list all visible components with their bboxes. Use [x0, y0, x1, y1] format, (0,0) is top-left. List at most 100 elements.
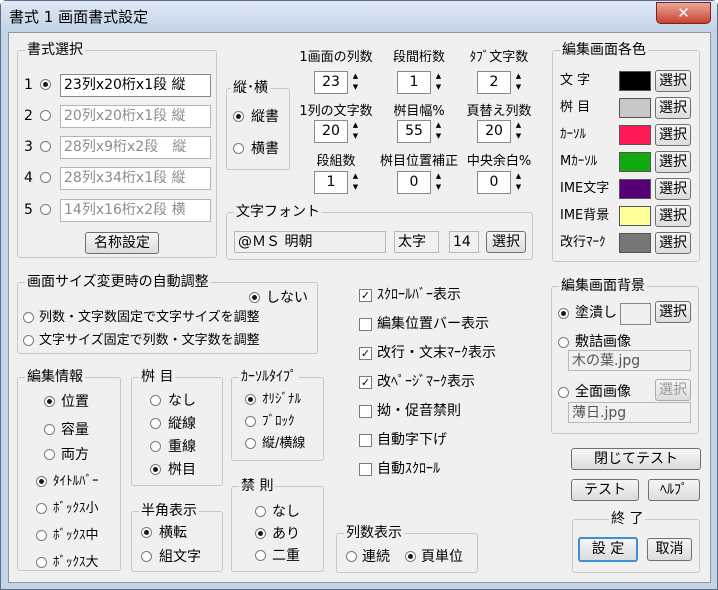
spin-buttons[interactable]: ▲ ▼	[512, 171, 525, 194]
edit_info-radio[interactable]	[44, 449, 55, 460]
toggle-checkbox[interactable]: ✓	[359, 289, 372, 302]
format-field-1[interactable]: 23列x20桁x1段 縦	[60, 74, 211, 97]
spin-down-icon[interactable]: ▼	[349, 82, 362, 93]
spin-up-icon[interactable]: ▲	[432, 120, 445, 131]
toggle-checkbox[interactable]	[359, 434, 372, 447]
spin-buttons[interactable]: ▲ ▼	[512, 71, 525, 94]
spin-buttons[interactable]: ▲ ▼	[432, 120, 445, 143]
spin-buttons[interactable]: ▲ ▼	[349, 120, 362, 143]
edit_info-radio[interactable]	[44, 424, 55, 435]
spin-field-value[interactable]: 1	[314, 171, 348, 194]
color-select-button[interactable]: 選択	[655, 205, 691, 227]
font-select-button[interactable]: 選択	[486, 231, 526, 253]
spin-up-icon[interactable]: ▲	[349, 120, 362, 131]
spin-field-value[interactable]: 55	[397, 120, 431, 143]
toggle-checkbox[interactable]	[359, 405, 372, 418]
spin-up-icon[interactable]: ▲	[512, 71, 525, 82]
bg-fill-swatch[interactable]	[620, 303, 651, 325]
spin-buttons[interactable]: ▲ ▼	[512, 120, 525, 143]
format-radio-4[interactable]	[40, 172, 51, 183]
name-setting-button[interactable]: 名称設定	[85, 232, 159, 254]
bg-fill-select-button[interactable]: 選択	[655, 301, 691, 323]
spin-up-icon[interactable]: ▲	[512, 120, 525, 131]
spin-field-value[interactable]: 0	[397, 171, 431, 194]
cursor_type-radio[interactable]	[245, 394, 256, 405]
spin-up-icon[interactable]: ▲	[432, 171, 445, 182]
spin-down-icon[interactable]: ▼	[512, 182, 525, 193]
kinsoku-radio[interactable]	[255, 550, 266, 561]
masume-radio[interactable]	[150, 441, 161, 452]
format-radio-2[interactable]	[40, 110, 51, 121]
color-select-button[interactable]: 選択	[655, 151, 691, 173]
spin-up-icon[interactable]: ▲	[349, 171, 362, 182]
hankaku-radio[interactable]	[141, 527, 152, 538]
spin-buttons[interactable]: ▲ ▼	[432, 171, 445, 194]
spin-field-value[interactable]: 23	[314, 71, 348, 94]
spin-field-value[interactable]: 20	[314, 120, 348, 143]
cancel-button[interactable]: 取消	[647, 538, 692, 561]
help-button[interactable]: ﾍﾙﾌﾟ	[648, 479, 700, 501]
close-and-test-button[interactable]: 閉じてテスト	[571, 448, 701, 470]
color-select-button[interactable]: 選択	[655, 124, 691, 146]
ok-button[interactable]: 設 定	[578, 537, 638, 562]
box-option-radio[interactable]	[36, 503, 47, 514]
color-select-button[interactable]: 選択	[655, 178, 691, 200]
toggle-checkbox[interactable]	[359, 318, 372, 331]
horizontal-radio[interactable]	[233, 143, 244, 154]
format-field-2[interactable]: 20列x20桁x1段 縦	[60, 105, 211, 128]
spin-down-icon[interactable]: ▼	[432, 82, 445, 93]
box-option-radio[interactable]	[36, 476, 47, 487]
hankaku-radio[interactable]	[141, 551, 152, 562]
toggle-checkbox[interactable]: ✓	[359, 376, 372, 389]
toggle-checkbox[interactable]: ✓	[359, 347, 372, 360]
spin-up-icon[interactable]: ▲	[512, 171, 525, 182]
spin-down-icon[interactable]: ▼	[432, 182, 445, 193]
spin-field-value[interactable]: 2	[477, 71, 511, 94]
masume-radio[interactable]	[150, 418, 161, 429]
spin-down-icon[interactable]: ▼	[512, 131, 525, 142]
format-radio-3[interactable]	[40, 141, 51, 152]
col-display-radio[interactable]	[405, 551, 416, 562]
box-option-radio[interactable]	[36, 530, 47, 541]
spin-up-icon[interactable]: ▲	[432, 71, 445, 82]
auto-opt1-radio[interactable]	[23, 312, 34, 323]
masume-radio[interactable]	[150, 464, 161, 475]
box-option-radio[interactable]	[36, 557, 47, 568]
format-field-3[interactable]: 28列x9桁x2段 縦	[60, 136, 211, 159]
spin-down-icon[interactable]: ▼	[349, 131, 362, 142]
close-icon[interactable]: ✕	[656, 2, 711, 24]
bg-tile-radio[interactable]	[558, 337, 569, 348]
spin-field-value[interactable]: 0	[477, 171, 511, 194]
vertical-radio[interactable]	[233, 111, 244, 122]
format-field-5[interactable]: 14列x16桁x2段 横	[60, 199, 211, 222]
auto-opt2-radio[interactable]	[23, 335, 34, 346]
kinsoku-radio[interactable]	[255, 506, 266, 517]
spin-field-value[interactable]: 1	[397, 71, 431, 94]
cursor_type-radio[interactable]	[245, 438, 256, 449]
bg-fill-radio[interactable]	[558, 308, 569, 319]
kinsoku-radio[interactable]	[255, 528, 266, 539]
spin-up-icon[interactable]: ▲	[349, 71, 362, 82]
color-select-button[interactable]: 選択	[655, 97, 691, 119]
edit_info-radio[interactable]	[44, 396, 55, 407]
spin-buttons[interactable]: ▲ ▼	[349, 71, 362, 94]
test-button[interactable]: テスト	[571, 479, 639, 501]
color-select-button[interactable]: 選択	[655, 232, 691, 254]
spin-down-icon[interactable]: ▼	[349, 182, 362, 193]
cursor_type-radio[interactable]	[245, 416, 256, 427]
spin-field-value[interactable]: 20	[477, 120, 511, 143]
color-select-button[interactable]: 選択	[655, 70, 691, 92]
spin-buttons[interactable]: ▲ ▼	[349, 171, 362, 194]
format-field-4[interactable]: 28列x34桁x1段 縦	[60, 167, 211, 190]
bg-full-radio[interactable]	[558, 387, 569, 398]
bg-full-select-button[interactable]: 選択	[655, 379, 691, 401]
toggle-checkbox[interactable]	[359, 463, 372, 476]
spin-down-icon[interactable]: ▼	[512, 82, 525, 93]
format-radio-5[interactable]	[40, 204, 51, 215]
auto-none-radio[interactable]	[249, 292, 260, 303]
col-display-radio[interactable]	[346, 551, 357, 562]
spin-buttons[interactable]: ▲ ▼	[432, 71, 445, 94]
masume-radio[interactable]	[150, 395, 161, 406]
spin-down-icon[interactable]: ▼	[432, 131, 445, 142]
format-radio-1[interactable]	[40, 79, 51, 90]
